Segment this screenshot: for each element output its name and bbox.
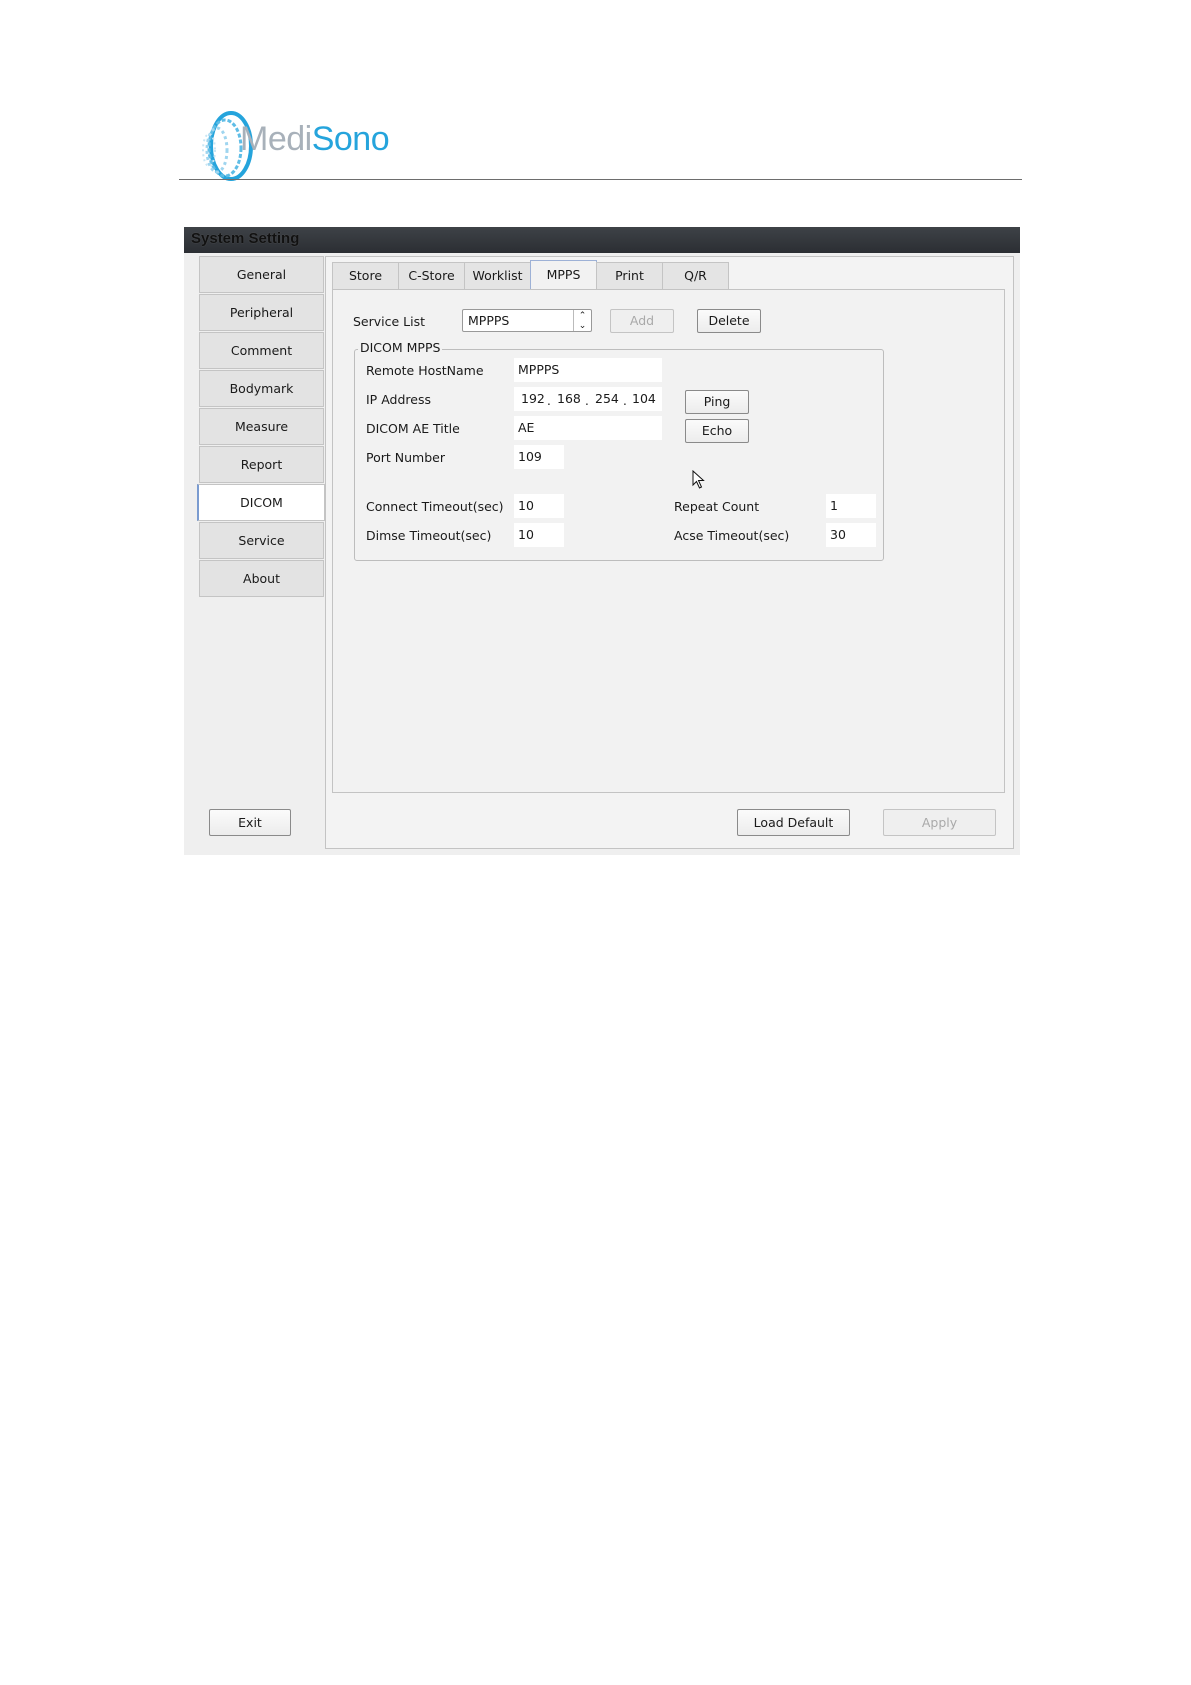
remote-hostname-field[interactable]: MPPPS — [514, 358, 662, 382]
header-divider — [179, 179, 1022, 180]
nav-item-bodymark[interactable]: Bodymark — [199, 370, 324, 407]
nav-item-peripheral[interactable]: Peripheral — [199, 294, 324, 331]
service-list-label: Service List — [353, 314, 426, 329]
mouse-pointer-icon — [692, 470, 705, 489]
connect-timeout-field[interactable]: 10 — [514, 494, 564, 518]
nav-item-report[interactable]: Report — [199, 446, 324, 483]
logo-wordmark: MediSono — [240, 120, 390, 159]
ip-dot-separator: . — [585, 394, 589, 408]
ping-button[interactable]: Ping — [685, 390, 749, 414]
add-button[interactable]: Add — [610, 309, 674, 333]
tab-worklist[interactable]: Worklist — [464, 262, 531, 290]
service-list-value: MPPPS — [468, 313, 510, 328]
port-number-field[interactable]: 109 — [514, 445, 564, 469]
medisono-logo: MediSono — [195, 108, 425, 184]
load-default-button[interactable]: Load Default — [737, 809, 850, 836]
nav-item-measure[interactable]: Measure — [199, 408, 324, 445]
ae-title-label: DICOM AE Title — [366, 421, 460, 436]
repeat-count-label: Repeat Count — [674, 499, 760, 514]
tab-print[interactable]: Print — [596, 262, 663, 290]
acse-timeout-field[interactable]: 30 — [826, 523, 876, 547]
apply-button[interactable]: Apply — [883, 809, 996, 836]
spinner-updown-icon[interactable]: ⌃ ⌄ — [573, 310, 591, 331]
nav-item-service[interactable]: Service — [199, 522, 324, 559]
tab-store[interactable]: Store — [332, 262, 399, 290]
nav-item-general[interactable]: General — [199, 256, 324, 293]
tab-c-store[interactable]: C-Store — [398, 262, 465, 290]
connect-timeout-label: Connect Timeout(sec) — [366, 499, 504, 514]
tab-mpps[interactable]: MPPS — [530, 260, 597, 290]
ip-octet-4[interactable]: 104 — [632, 387, 656, 411]
ae-title-field[interactable]: AE — [514, 416, 662, 440]
ip-address-field: 192 . 168 . 254 . 104 — [514, 387, 662, 411]
ip-dot-separator: . — [623, 394, 627, 408]
nav-item-dicom[interactable]: DICOM — [197, 484, 325, 521]
window-title: System Setting — [191, 230, 300, 247]
service-list-select[interactable]: MPPPS ⌃ ⌄ — [462, 309, 592, 332]
ip-address-label: IP Address — [366, 392, 431, 407]
logo-text-medi: Medi — [240, 120, 312, 158]
nav-item-comment[interactable]: Comment — [199, 332, 324, 369]
logo-text-sono: Sono — [311, 120, 390, 158]
ip-octet-3[interactable]: 254 — [595, 387, 619, 411]
repeat-count-field[interactable]: 1 — [826, 494, 876, 518]
window-titlebar: System Setting — [184, 227, 1020, 253]
ip-dot-separator: . — [547, 394, 551, 408]
dimse-timeout-label: Dimse Timeout(sec) — [366, 528, 492, 543]
system-setting-window: System Setting General Peripheral Commen… — [184, 227, 1020, 855]
nav-item-about[interactable]: About — [199, 560, 324, 597]
tab-qr[interactable]: Q/R — [662, 262, 729, 290]
exit-button[interactable]: Exit — [209, 809, 291, 836]
delete-button[interactable]: Delete — [697, 309, 761, 333]
echo-button[interactable]: Echo — [685, 419, 749, 443]
port-number-label: Port Number — [366, 450, 445, 465]
dimse-timeout-field[interactable]: 10 — [514, 523, 564, 547]
ip-octet-2[interactable]: 168 — [557, 387, 581, 411]
ip-octet-1[interactable]: 192 — [521, 387, 545, 411]
remote-hostname-label: Remote HostName — [366, 363, 484, 378]
dicom-mpps-group-title: DICOM MPPS — [358, 340, 443, 355]
acse-timeout-label: Acse Timeout(sec) — [674, 528, 790, 543]
